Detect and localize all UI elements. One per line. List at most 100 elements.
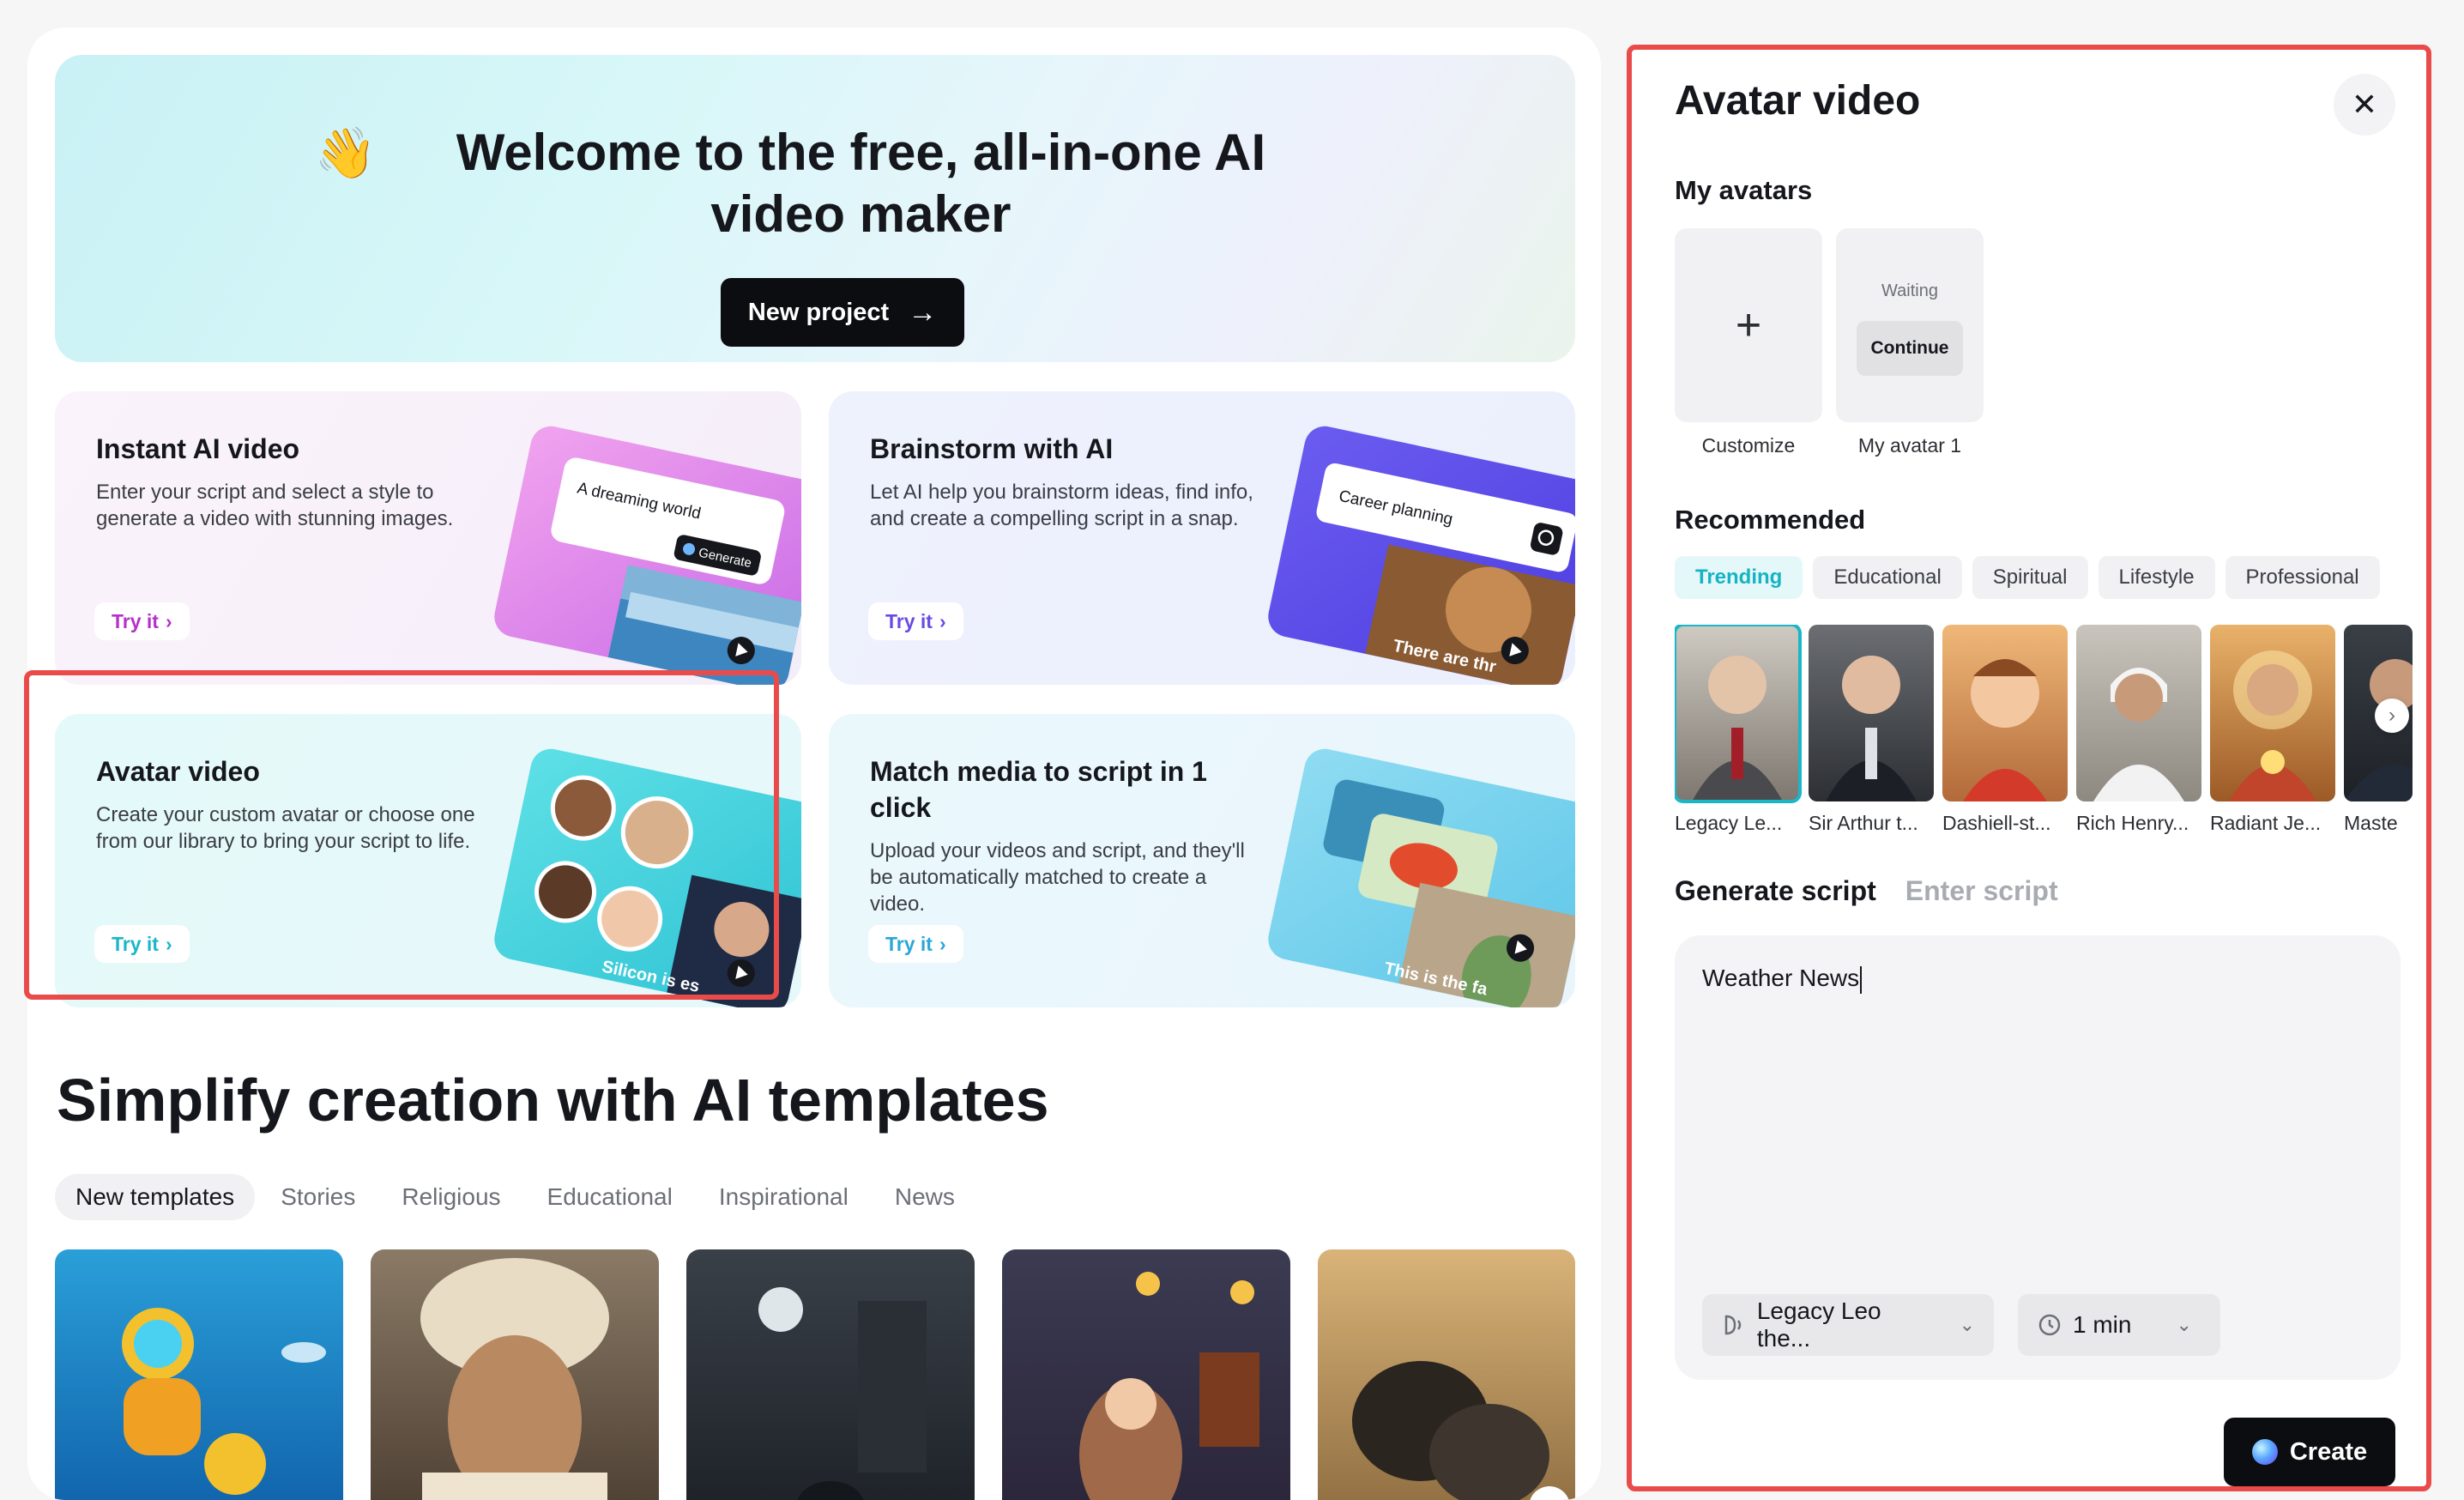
avatar-caption: Radiant Je...: [2210, 812, 2322, 834]
try-it-label: Try it: [112, 609, 159, 632]
script-text: Weather News: [1702, 965, 1863, 994]
thumbnail-art: [122, 1308, 326, 1495]
welcome-banner: 👋 Welcome to the free, all-in-one AI vid…: [55, 55, 1575, 362]
avatar-thumbnail[interactable]: [1675, 625, 1802, 803]
tab-new-templates[interactable]: New templates: [55, 1174, 256, 1220]
my-avatar-label: My avatar 1: [1857, 434, 1962, 457]
template-thumbnail[interactable]: [55, 1249, 343, 1500]
avatar-caption: Sir Arthur t...: [1809, 812, 1918, 834]
instant-video-illustration: A dreaming world Generate: [490, 422, 801, 685]
illustration-graphic: This is the fa: [1323, 779, 1575, 1007]
avatar-thumbnail[interactable]: [2076, 625, 2201, 801]
create-button[interactable]: Create: [2224, 1418, 2395, 1486]
panel-title: Avatar video: [1675, 78, 1921, 124]
customize-label: Customize: [1701, 434, 1796, 457]
try-it-label: Try it: [885, 932, 933, 955]
category-chips: Trending Educational Spiritual Lifestyle…: [1675, 556, 2380, 599]
carousel-next-icon[interactable]: ›: [2375, 699, 2409, 733]
avatar-art: [2229, 650, 2316, 801]
avatar-video-panel: Avatar video ✕ My avatars + Customize Wa…: [1627, 45, 2431, 1491]
card-description: Upload your videos and script, and they'…: [870, 839, 1245, 916]
chip-trending[interactable]: Trending: [1675, 556, 1803, 599]
voice-icon: [1724, 1315, 1742, 1335]
plus-icon: +: [1735, 300, 1762, 350]
my-avatar-tile[interactable]: Waiting Continue: [1836, 228, 1984, 422]
chevron-right-icon: ›: [939, 609, 946, 632]
voice-select[interactable]: Legacy Leo the... ⌄: [1702, 1294, 1994, 1356]
script-input[interactable]: Weather News Legacy Leo the... ⌄ 1 min ⌄: [1675, 935, 2401, 1380]
match-media-illustration: This is the fa: [1264, 745, 1575, 1007]
chip-professional[interactable]: Professional: [2225, 556, 2380, 599]
waiting-status: Waiting: [1881, 281, 1938, 300]
match-media-card[interactable]: Match media to script in 1 click Upload …: [829, 714, 1575, 1007]
text-caret: [1860, 965, 1863, 994]
avatar-caption: Legacy Le...: [1675, 812, 1783, 834]
thumbnail-art: [420, 1258, 609, 1500]
try-it-label: Try it: [885, 609, 933, 632]
chip-spiritual[interactable]: Spiritual: [1972, 556, 2088, 599]
arrow-right-icon: →: [908, 295, 938, 329]
avatar-carousel: [1675, 625, 2413, 805]
avatar-caption: Dashiell-st...: [1942, 812, 2051, 834]
card-title: Brainstorm with AI: [870, 433, 1114, 464]
illustration-graphic: Career planning There are thr: [1316, 463, 1575, 685]
chip-lifestyle[interactable]: Lifestyle: [2098, 556, 2215, 599]
chip-educational[interactable]: Educational: [1813, 556, 1962, 599]
chevron-right-icon: ›: [165, 609, 172, 632]
avatar-thumbnail[interactable]: [1809, 625, 1934, 801]
avatar-thumbnail[interactable]: [2210, 625, 2335, 801]
avatar-thumbnail[interactable]: [1942, 625, 2068, 801]
templates-section-title: Simplify creation with AI templates: [57, 1067, 1049, 1134]
avatar-art: [1692, 656, 1783, 801]
avatar-caption: Maste: [2344, 812, 2397, 834]
card-title: Instant AI video: [96, 433, 300, 464]
close-icon[interactable]: ✕: [2334, 74, 2395, 136]
tab-inspirational[interactable]: Inspirational: [698, 1174, 869, 1220]
card-title: Match media to script in 1 click: [870, 756, 1207, 823]
my-avatars-heading: My avatars: [1675, 175, 1813, 205]
tab-stories[interactable]: Stories: [260, 1174, 376, 1220]
customize-avatar-tile[interactable]: +: [1675, 228, 1822, 422]
thumbnail-art: [758, 1287, 927, 1500]
tab-enter-script[interactable]: Enter script: [1905, 875, 2058, 907]
continue-button[interactable]: Continue: [1857, 321, 1963, 376]
try-it-button[interactable]: Try it ›: [868, 602, 963, 640]
brainstorm-illustration: Career planning There are thr: [1264, 422, 1575, 685]
try-it-button[interactable]: Try it ›: [94, 602, 190, 640]
welcome-title-text: Welcome to the free, all-in-one AI video…: [456, 124, 1266, 243]
welcome-title: 👋 Welcome to the free, all-in-one AI vid…: [55, 122, 1575, 245]
try-it-button[interactable]: Try it ›: [868, 925, 963, 963]
new-project-label: New project: [747, 298, 890, 326]
template-thumbnail[interactable]: [1318, 1249, 1575, 1500]
new-project-button[interactable]: New project →: [721, 278, 964, 347]
duration-label: 1 min: [2073, 1311, 2132, 1338]
chevron-right-icon: ›: [939, 932, 946, 955]
thumbnail-art: [1079, 1272, 1259, 1500]
wave-icon: 👋: [314, 125, 377, 181]
template-thumbnail[interactable]: [686, 1249, 975, 1500]
brainstorm-ai-card[interactable]: Brainstorm with AI Let AI help you brain…: [829, 391, 1575, 685]
script-value: Weather News: [1702, 965, 1860, 991]
clock-icon: [2038, 1314, 2061, 1336]
template-thumbnail[interactable]: [371, 1249, 659, 1500]
avatar-caption: Rich Henry...: [2076, 812, 2189, 834]
card-description: Let AI help you brainstorm ideas, find i…: [870, 481, 1253, 530]
avatar-art: [1826, 656, 1917, 801]
instant-ai-video-card[interactable]: Instant AI video Enter your script and s…: [55, 391, 801, 685]
recommended-heading: Recommended: [1675, 505, 1866, 535]
card-description: Enter your script and select a style to …: [96, 481, 454, 530]
create-label: Create: [2289, 1437, 2368, 1466]
tab-religious[interactable]: Religious: [381, 1174, 521, 1220]
voice-label: Legacy Leo the...: [1756, 1297, 1881, 1352]
tab-news[interactable]: News: [874, 1174, 975, 1220]
chevron-down-icon: ⌄: [1959, 1314, 1975, 1335]
duration-select[interactable]: 1 min ⌄: [2018, 1294, 2220, 1356]
tab-educational[interactable]: Educational: [527, 1174, 693, 1220]
thumbnail-art: [1352, 1361, 1569, 1500]
avatar-art: [1963, 659, 2047, 801]
template-tabs: New templates Stories Religious Educatio…: [55, 1174, 975, 1220]
template-thumbnail[interactable]: [1002, 1249, 1290, 1500]
chevron-down-icon: ⌄: [2176, 1314, 2192, 1335]
tab-generate-script[interactable]: Generate script: [1675, 875, 1876, 907]
avatar-art: [2093, 668, 2184, 801]
